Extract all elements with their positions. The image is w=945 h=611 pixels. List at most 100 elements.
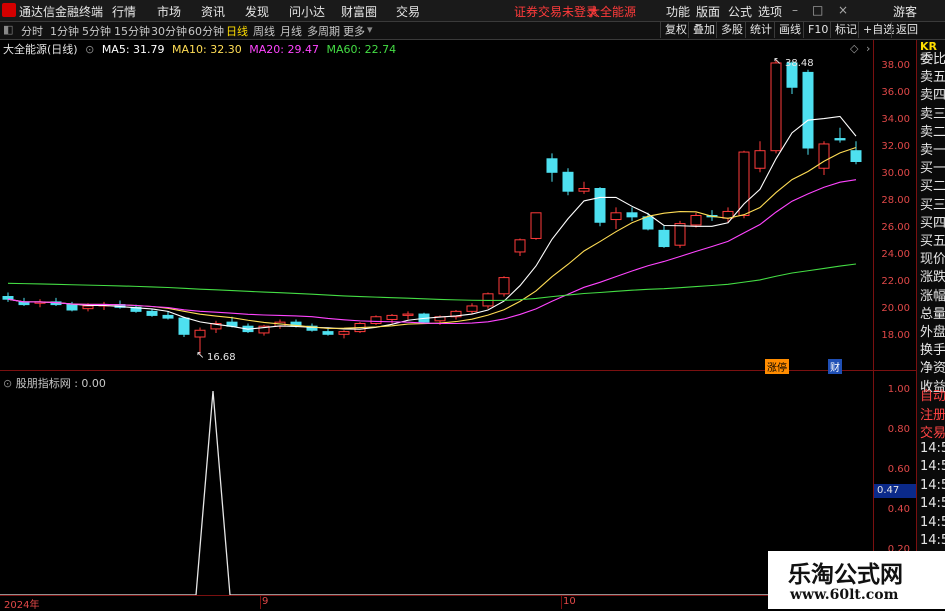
candle[interactable] bbox=[546, 153, 558, 182]
menu-function[interactable]: 功能 bbox=[666, 3, 690, 20]
candle[interactable] bbox=[258, 324, 270, 336]
quote-field-label: 卖五 bbox=[920, 70, 945, 86]
candle[interactable] bbox=[322, 328, 334, 336]
close-icon[interactable]: × bbox=[838, 3, 848, 17]
toolbar-stats[interactable]: 统计 bbox=[745, 22, 776, 38]
toolbar-back[interactable]: 返回 bbox=[891, 22, 922, 38]
candle[interactable] bbox=[562, 168, 574, 196]
quote-field-label: 卖二 bbox=[920, 124, 945, 140]
trade-time: 14:56 bbox=[920, 440, 945, 456]
menu-wealth[interactable]: 财富圈 bbox=[341, 3, 377, 20]
quote-field-label: 净资 bbox=[920, 361, 945, 377]
candle[interactable] bbox=[450, 310, 462, 320]
period-more[interactable]: 更多 bbox=[343, 23, 365, 39]
period-intraday[interactable]: 分时 bbox=[21, 23, 43, 39]
candle[interactable] bbox=[802, 69, 814, 155]
candle[interactable] bbox=[770, 60, 782, 154]
candle[interactable] bbox=[402, 311, 414, 320]
period-60min[interactable]: 60分钟 bbox=[188, 23, 224, 39]
indicator-chart[interactable] bbox=[0, 371, 873, 595]
candle[interactable] bbox=[690, 212, 702, 228]
x-label-sep: 9 bbox=[262, 596, 269, 607]
menu-trade[interactable]: 交易 bbox=[396, 3, 420, 20]
candle[interactable] bbox=[370, 315, 382, 325]
candle[interactable] bbox=[178, 316, 190, 337]
price-tick: 22.00 bbox=[881, 276, 910, 287]
candle[interactable] bbox=[578, 181, 590, 194]
toolbar-overlay[interactable]: 叠加 bbox=[688, 22, 719, 38]
period-15min[interactable]: 15分钟 bbox=[114, 23, 150, 39]
candle[interactable] bbox=[530, 212, 542, 240]
candle[interactable] bbox=[818, 141, 830, 175]
candle[interactable] bbox=[514, 238, 526, 256]
period-1min[interactable]: 1分钟 bbox=[50, 23, 79, 39]
indicator-tick: 0.80 bbox=[887, 424, 910, 435]
minimize-icon[interactable]: – bbox=[792, 3, 798, 17]
price-chart[interactable] bbox=[0, 40, 873, 370]
menu-ask[interactable]: 问小达 bbox=[289, 3, 325, 20]
menu-discover[interactable]: 发现 bbox=[245, 3, 269, 20]
toolbar-f10[interactable]: F10 bbox=[803, 22, 832, 38]
price-tick: 26.00 bbox=[881, 222, 910, 233]
candle[interactable] bbox=[722, 207, 734, 223]
quote-action-link[interactable]: 注册 bbox=[920, 404, 945, 423]
indicator-tick: 0.60 bbox=[887, 464, 910, 475]
menu-layout[interactable]: 版面 bbox=[696, 3, 720, 20]
period-bar: ◧ 分时 1分钟 5分钟 15分钟 30分钟 60分钟 日线 周线 月线 多周期… bbox=[0, 22, 945, 40]
x-tick bbox=[260, 596, 261, 609]
app-logo-icon bbox=[2, 3, 16, 17]
candle[interactable] bbox=[658, 224, 670, 248]
toolbar-multi[interactable]: 多股 bbox=[716, 22, 747, 38]
candle[interactable] bbox=[2, 292, 14, 302]
quote-action-link[interactable]: 交易 bbox=[920, 422, 945, 441]
candle[interactable] bbox=[834, 127, 846, 143]
menu-formula[interactable]: 公式 bbox=[728, 3, 752, 20]
quote-action-link[interactable]: 自动 bbox=[920, 385, 945, 404]
price-tick: 34.00 bbox=[881, 114, 910, 125]
candle[interactable] bbox=[210, 320, 222, 333]
quote-field-label: 外盘 bbox=[920, 325, 945, 340]
candle[interactable] bbox=[594, 187, 606, 227]
ma5-line bbox=[7, 115, 857, 330]
candle[interactable] bbox=[850, 141, 862, 165]
period-30min[interactable]: 30分钟 bbox=[151, 23, 187, 39]
quote-field-label: 买四 bbox=[920, 215, 945, 231]
price-tick: 20.00 bbox=[881, 303, 910, 314]
candle[interactable] bbox=[466, 303, 478, 315]
price-tick: 36.00 bbox=[881, 87, 910, 98]
period-daily[interactable]: 日线 bbox=[226, 23, 248, 39]
candle[interactable] bbox=[498, 276, 510, 297]
candle[interactable] bbox=[674, 220, 686, 248]
candle[interactable] bbox=[34, 299, 46, 308]
candle[interactable] bbox=[626, 207, 638, 221]
quote-field-label: 买二 bbox=[920, 179, 945, 195]
period-multi[interactable]: 多周期 bbox=[307, 23, 340, 39]
login-warning[interactable]: 证券交易未登录 bbox=[514, 3, 598, 20]
period-5min[interactable]: 5分钟 bbox=[82, 23, 111, 39]
menu-options[interactable]: 选项 bbox=[758, 3, 782, 20]
price-tick: 30.00 bbox=[881, 168, 910, 179]
quote-field-label: 现价 bbox=[920, 252, 945, 268]
candle[interactable] bbox=[610, 207, 622, 229]
trade-time: 14:56 bbox=[920, 514, 945, 530]
price-tick: 24.00 bbox=[881, 249, 910, 260]
ma10-line bbox=[7, 146, 857, 330]
toolbar-mark[interactable]: 标记 bbox=[830, 22, 861, 38]
toolbar-adjust[interactable]: 复权 bbox=[660, 22, 691, 38]
menu-news[interactable]: 资讯 bbox=[201, 3, 225, 20]
period-weekly[interactable]: 周线 bbox=[253, 23, 275, 39]
price-tick: 32.00 bbox=[881, 141, 910, 152]
toolbar-draw[interactable]: 画线 bbox=[774, 22, 805, 38]
quote-field-label: 涨幅 bbox=[920, 288, 945, 304]
guest-label[interactable]: 游客 bbox=[893, 3, 917, 20]
quote-field-label: 卖四 bbox=[920, 88, 945, 104]
collapse-icon[interactable]: ◧ bbox=[3, 23, 13, 36]
menu-quotes[interactable]: 行情 bbox=[112, 3, 136, 20]
candle[interactable] bbox=[338, 330, 350, 339]
quote-field-label: 换手 bbox=[920, 343, 945, 359]
candle[interactable] bbox=[754, 141, 766, 173]
period-monthly[interactable]: 月线 bbox=[280, 23, 302, 39]
chevron-down-icon[interactable]: ▾ bbox=[367, 23, 373, 36]
maximize-icon[interactable]: □ bbox=[812, 3, 823, 17]
menu-market[interactable]: 市场 bbox=[157, 3, 181, 20]
